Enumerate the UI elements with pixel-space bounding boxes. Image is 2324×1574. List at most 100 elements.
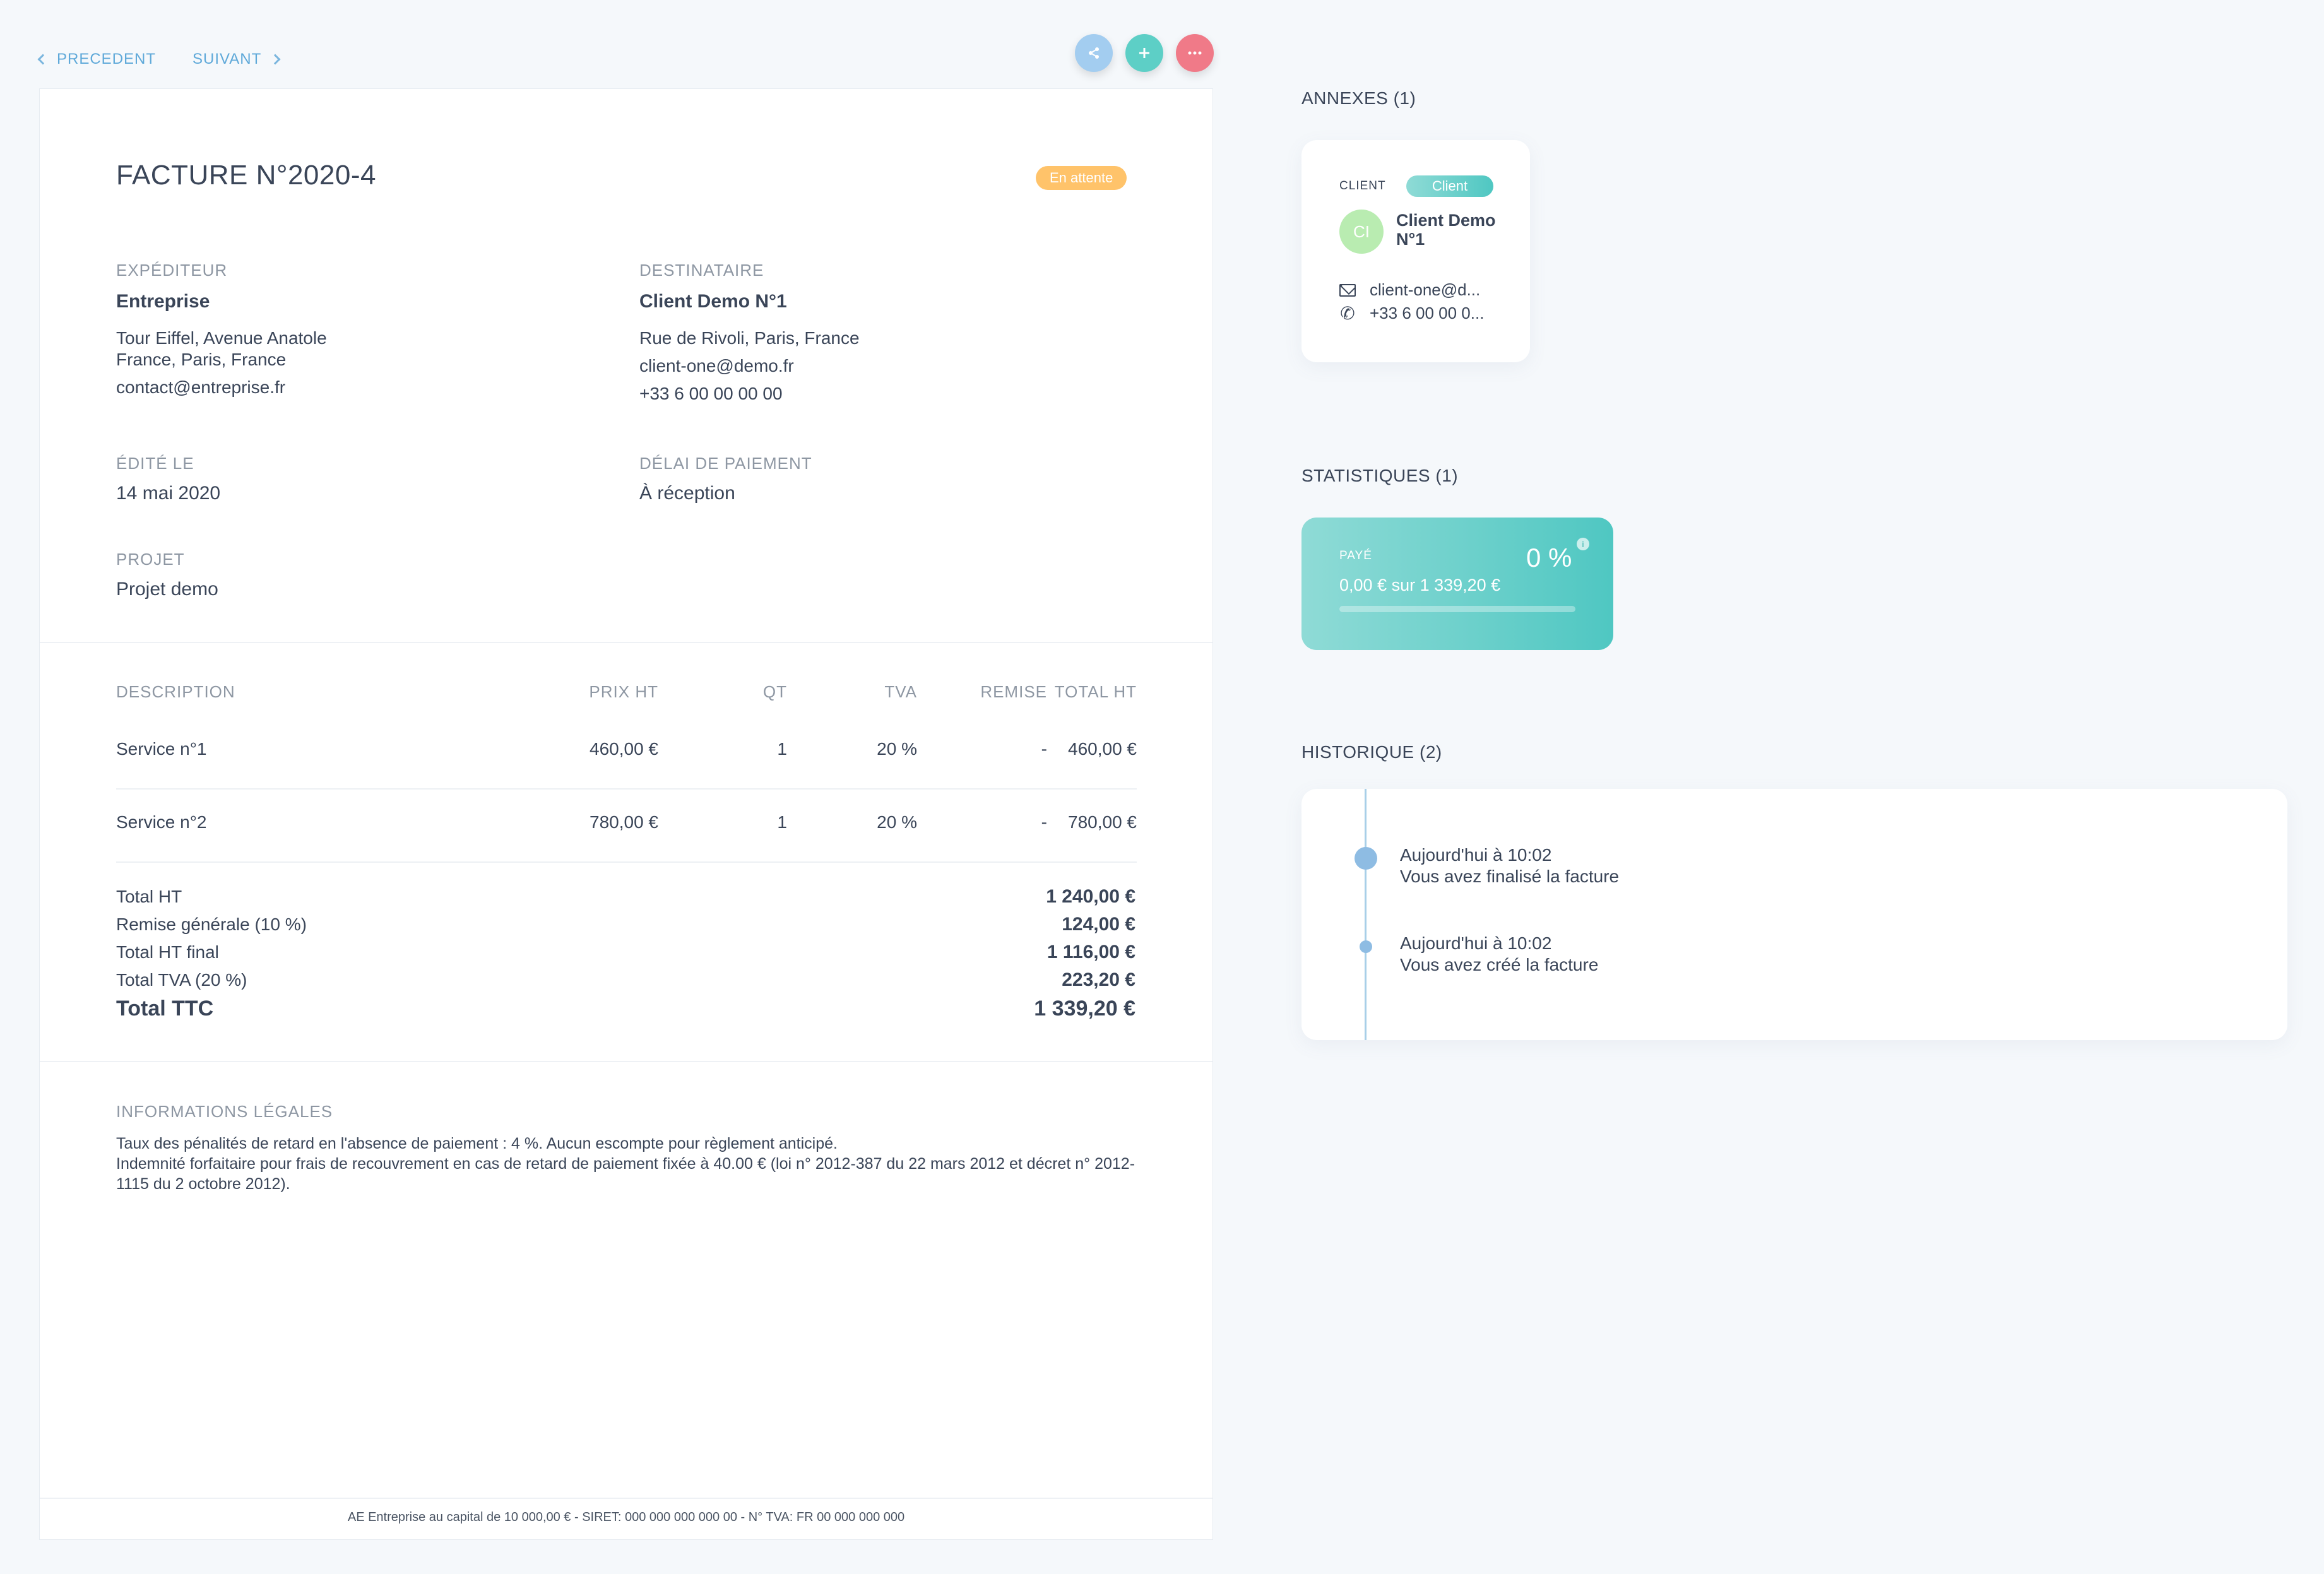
payment-delay-value: À réception <box>639 483 735 504</box>
avatar-initials: CI <box>1353 222 1370 241</box>
chevron-left-icon <box>37 54 49 65</box>
chevron-right-icon <box>270 54 281 65</box>
client-email-row[interactable]: client-one@d... <box>1339 280 1480 300</box>
row1-vat: 20 % <box>877 739 917 759</box>
row2-qty: 1 <box>777 812 787 832</box>
next-label: SUIVANT <box>193 50 262 68</box>
client-name: Client Demo N°1 <box>1396 211 1496 249</box>
paid-label: PAYÉ <box>1339 549 1372 562</box>
previous-link[interactable]: PRECEDENT <box>37 50 157 68</box>
avatar: CI <box>1339 210 1384 254</box>
annexes-title: ANNEXES (1) <box>1301 88 1416 108</box>
col-vat: TVA <box>884 682 917 701</box>
row1-total: 460,00 € <box>1068 739 1137 759</box>
legal-line1: Taux des pénalités de retard en l'absenc… <box>116 1135 838 1152</box>
info-icon[interactable]: i <box>1577 538 1589 550</box>
section-divider <box>40 1061 1212 1062</box>
payment-delay-label: DÉLAI DE PAIEMENT <box>639 454 812 473</box>
total-vat-label: Total TVA (20 %) <box>116 970 247 990</box>
sender-name: Entreprise <box>116 291 210 312</box>
total-ht-final-label: Total HT final <box>116 942 219 962</box>
client-email: client-one@d... <box>1370 280 1481 299</box>
share-button[interactable] <box>1075 34 1113 72</box>
history-title: HISTORIQUE (2) <box>1301 742 1442 762</box>
client-phone-row[interactable]: ✆ +33 6 00 00 0... <box>1339 303 1484 324</box>
mail-icon <box>1339 283 1356 297</box>
client-phone: +33 6 00 00 0... <box>1370 304 1485 322</box>
stats-title: STATISTIQUES (1) <box>1301 466 1459 485</box>
total-ttc-label: Total TTC <box>116 997 214 1021</box>
section-divider <box>40 642 1212 643</box>
edited-date: 14 mai 2020 <box>116 483 221 504</box>
next-link[interactable]: SUIVANT <box>193 50 281 68</box>
row2-price: 780,00 € <box>590 812 658 832</box>
history-text: Vous avez finalisé la facture <box>1400 867 1620 886</box>
footer-divider <box>40 1498 1212 1499</box>
action-buttons <box>1075 34 1214 72</box>
legal-text: Taux des pénalités de retard en l'absenc… <box>116 1133 1139 1194</box>
sender-label: EXPÉDITEUR <box>116 261 228 280</box>
add-button[interactable] <box>1125 34 1163 72</box>
legal-label: INFORMATIONS LÉGALES <box>116 1102 333 1121</box>
row-divider <box>116 861 1137 863</box>
total-ht-value: 1 240,00 € <box>1046 886 1135 907</box>
total-ht-label: Total HT <box>116 887 182 906</box>
history-time: Aujourd'hui à 10:02 <box>1400 933 1552 953</box>
invoice-card: FACTURE N°2020-4 En attente EXPÉDITEUR E… <box>39 88 1213 1540</box>
row1-discount: - <box>1041 739 1047 759</box>
recipient-label: DESTINATAIRE <box>639 261 764 280</box>
row1-price: 460,00 € <box>590 739 658 759</box>
col-description: DESCRIPTION <box>116 682 235 701</box>
history-item: Aujourd'hui à 10:02 Vous avez créé la fa… <box>1400 933 1598 976</box>
recipient-phone: +33 6 00 00 00 00 <box>639 384 783 403</box>
client-card[interactable]: CLIENT Client CI Client Demo N°1 client-… <box>1301 140 1530 362</box>
share-icon <box>1089 47 1099 59</box>
pagination-nav: PRECEDENT SUIVANT <box>37 50 281 68</box>
row1-qty: 1 <box>777 739 787 759</box>
recipient-name: Client Demo N°1 <box>639 291 787 312</box>
plus-icon <box>1139 48 1149 58</box>
more-icon <box>1188 51 1202 55</box>
row2-discount: - <box>1041 812 1047 832</box>
invoice-footer: AE Entreprise au capital de 10 000,00 € … <box>347 1510 905 1524</box>
row2-total: 780,00 € <box>1068 812 1137 832</box>
status-badge: En attente <box>1036 166 1127 190</box>
row1-description: Service n°1 <box>116 739 207 759</box>
paid-percent: 0 % <box>1526 543 1572 572</box>
total-vat-value: 223,20 € <box>1062 969 1135 990</box>
project-label: PROJET <box>116 550 185 569</box>
phone-icon: ✆ <box>1340 304 1355 323</box>
total-ttc-value: 1 339,20 € <box>1034 997 1135 1021</box>
row2-vat: 20 % <box>877 812 917 832</box>
timeline-line <box>1365 789 1367 1040</box>
col-price: PRIX HT <box>589 682 658 701</box>
edited-label: ÉDITÉ LE <box>116 454 194 473</box>
history-text: Vous avez créé la facture <box>1400 955 1599 974</box>
discount-label: Remise générale (10 %) <box>116 914 307 934</box>
col-total: TOTAL HT <box>1054 682 1137 701</box>
recipient-email: client-one@demo.fr <box>639 356 794 376</box>
row2-description: Service n°2 <box>116 812 207 832</box>
history-item: Aujourd'hui à 10:02 Vous avez finalisé l… <box>1400 844 1619 887</box>
col-discount: REMISE <box>980 682 1047 701</box>
paid-progress-bar <box>1339 606 1575 612</box>
total-ht-final-value: 1 116,00 € <box>1046 942 1135 962</box>
legal-line2: Indemnité forfaitaire pour frais de reco… <box>116 1155 1135 1193</box>
history-card: Aujourd'hui à 10:02 Vous avez finalisé l… <box>1301 789 2287 1040</box>
invoice-title: FACTURE N°2020-4 <box>116 160 376 191</box>
sender-address-line2: France, Paris, France <box>116 350 287 369</box>
timeline-dot <box>1360 940 1372 953</box>
col-qty: QT <box>762 682 787 701</box>
more-button[interactable] <box>1176 34 1214 72</box>
paid-stat-card: PAYÉ 0 % i 0,00 € sur 1 339,20 € <box>1301 518 1613 650</box>
discount-value: 124,00 € <box>1062 914 1135 935</box>
client-label: CLIENT <box>1339 179 1386 192</box>
sender-address-line1: Tour Eiffel, Avenue Anatole <box>116 328 327 348</box>
history-time: Aujourd'hui à 10:02 <box>1400 845 1552 865</box>
paid-summary: 0,00 € sur 1 339,20 € <box>1339 576 1501 595</box>
client-badge: Client <box>1406 175 1493 197</box>
sender-email: contact@entreprise.fr <box>116 377 286 397</box>
previous-label: PRECEDENT <box>57 50 157 68</box>
project-value: Projet demo <box>116 579 218 600</box>
recipient-address: Rue de Rivoli, Paris, France <box>639 328 860 348</box>
